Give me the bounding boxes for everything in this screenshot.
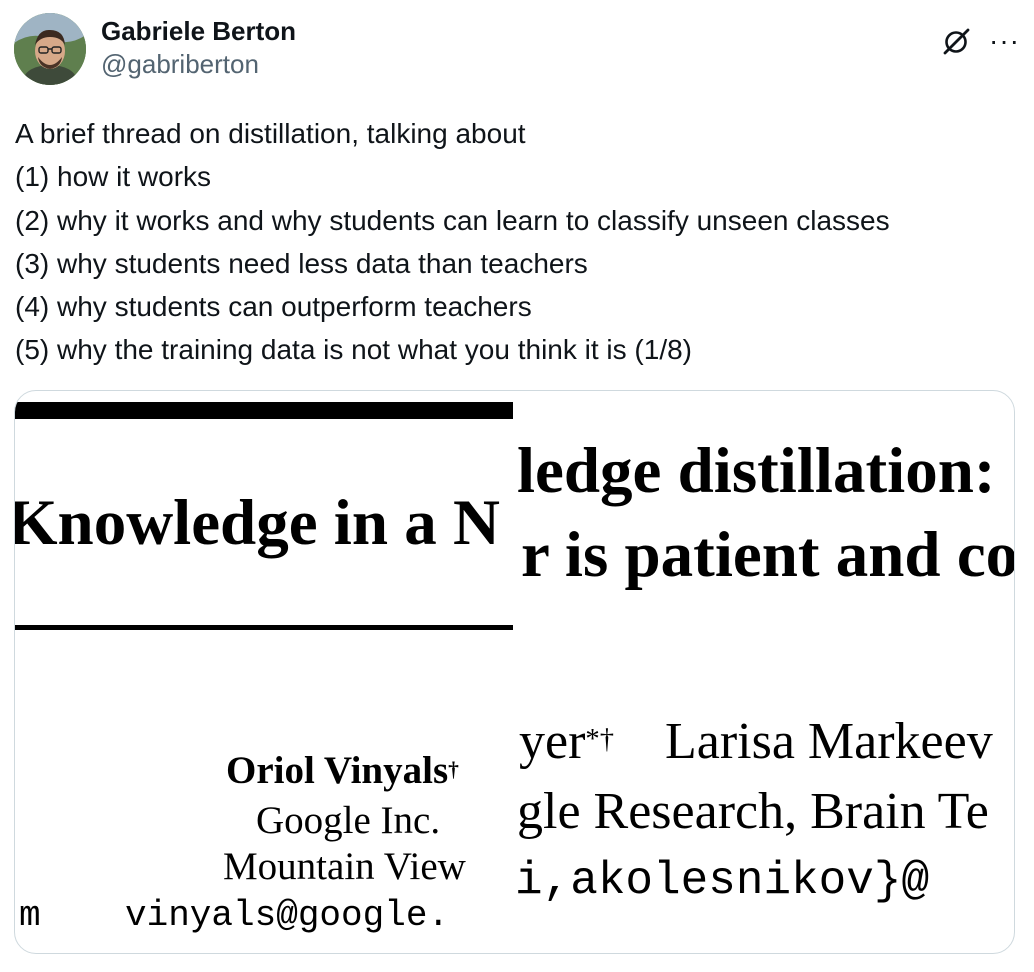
tweet-line: (3) why students need less data than tea… — [15, 247, 588, 279]
paper-title: Knowledge in a N — [15, 487, 500, 559]
avatar[interactable] — [14, 13, 86, 85]
tweet-line: (4) why students can outperform teachers — [15, 291, 532, 323]
tweet-line: (2) why it works and why students can le… — [15, 204, 890, 236]
tweet-text: A brief thread on distillation, talking … — [15, 112, 1020, 372]
tweet-header: Gabriele Berton @gabriberton ··· — [14, 13, 1020, 87]
paper-author: Oriol Vinyals† — [226, 747, 459, 795]
paper-title-line-2: r is patient and co — [521, 519, 1015, 591]
paper-email-prefix: m — [19, 895, 41, 936]
paper-author-prev: yer*† — [519, 711, 614, 773]
paper-top-rule — [15, 402, 513, 419]
paper-author-mark: † — [448, 757, 459, 781]
paper-bottom-rule — [15, 625, 513, 630]
avatar-photo — [14, 13, 86, 85]
media-image-left[interactable]: Knowledge in a N Oriol Vinyals† Google I… — [15, 391, 513, 953]
paper-author-prev-mark: *† — [585, 724, 614, 755]
tweet-actions: ··· — [941, 25, 1020, 57]
tweet-media: Knowledge in a N Oriol Vinyals† Google I… — [14, 390, 1015, 954]
paper-author-prev-name: yer — [519, 713, 586, 770]
grok-icon[interactable] — [941, 25, 973, 57]
paper-affiliation: Google Inc. — [256, 799, 441, 842]
tweet-line: (5) why the training data is not what yo… — [15, 334, 692, 366]
media-image-right[interactable]: ledge distillation: r is patient and co … — [513, 391, 1015, 953]
paper-title-line-1: ledge distillation: — [517, 435, 996, 507]
author-handle[interactable]: @gabriberton — [101, 47, 296, 81]
paper-email: vinyals@google. — [125, 895, 450, 936]
paper-location: Mountain View — [223, 845, 466, 888]
paper-email: i,akolesnikov}@ — [515, 855, 930, 907]
more-options-icon[interactable]: ··· — [989, 27, 1020, 55]
tweet-line: A brief thread on distillation, talking … — [15, 118, 526, 149]
paper-author-name: Oriol Vinyals — [226, 749, 449, 792]
paper-affiliation: gle Research, Brain Te — [517, 783, 989, 840]
paper-author: Larisa Markeev — [665, 713, 993, 770]
tweet-line: (1) how it works — [15, 161, 212, 193]
author-names: Gabriele Berton @gabriberton — [101, 15, 296, 81]
author-display-name[interactable]: Gabriele Berton — [101, 15, 296, 47]
